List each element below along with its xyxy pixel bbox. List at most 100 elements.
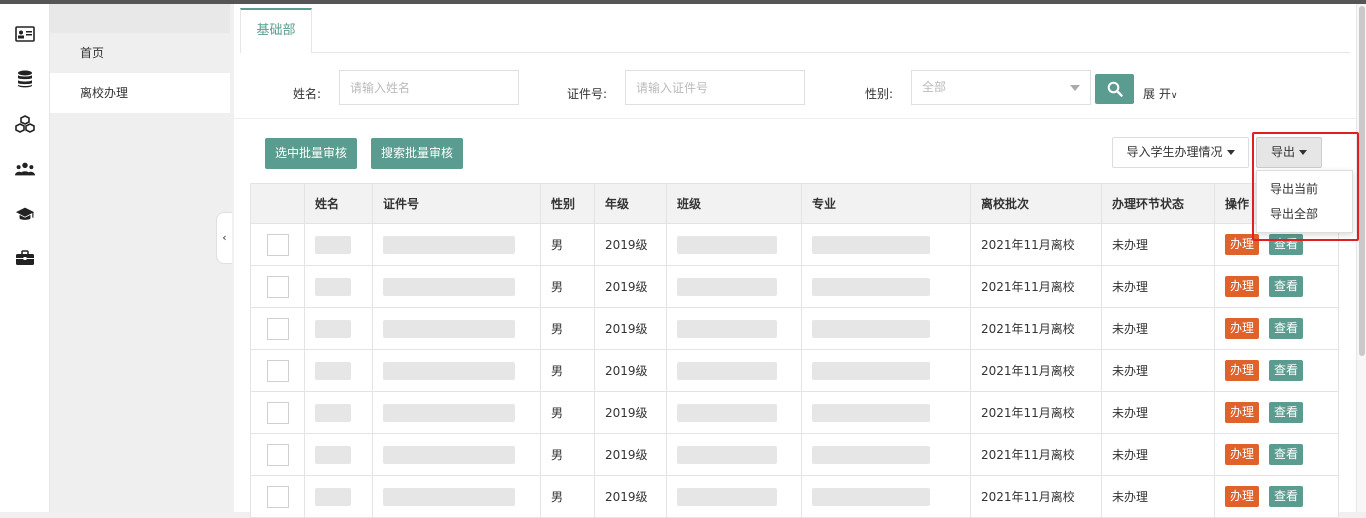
name-cell [304, 265, 373, 308]
handle-button[interactable]: 办理 [1225, 318, 1259, 339]
actions-cell: 办理 查看 [1214, 349, 1339, 392]
caret-down-icon [1226, 150, 1235, 155]
users-icon[interactable] [14, 159, 36, 179]
id-filter-label: 证件号: [567, 87, 608, 101]
id-number-cell [372, 391, 541, 434]
name-cell [304, 433, 373, 476]
redacted-id-number [383, 319, 515, 338]
handle-button[interactable]: 办理 [1225, 276, 1259, 297]
handle-button[interactable]: 办理 [1225, 360, 1259, 381]
header-id-number: 证件号 [372, 183, 541, 224]
graduation-cap-icon[interactable] [14, 204, 36, 224]
table-row: 男 2019级 2021年11月离校 未办理 办理 查看 [250, 223, 1339, 266]
chevron-down-icon: ∨ [1170, 91, 1178, 101]
chevron-left-icon: ‹ [222, 231, 227, 244]
row-checkbox[interactable] [267, 317, 289, 340]
redacted-class [677, 319, 777, 338]
class-cell [666, 433, 802, 476]
gender-cell: 男 [540, 223, 595, 266]
table-row: 男 2019级 2021年11月离校 未办理 办理 查看 [250, 433, 1339, 476]
redacted-id-number [383, 403, 515, 422]
row-checkbox[interactable] [267, 233, 289, 256]
redacted-major [812, 445, 930, 464]
scrollbar-thumb[interactable] [1359, 6, 1365, 356]
cubes-icon[interactable] [14, 114, 36, 134]
handle-button[interactable]: 办理 [1225, 486, 1259, 507]
handle-button[interactable]: 办理 [1225, 444, 1259, 465]
major-cell [801, 265, 971, 308]
redacted-id-number [383, 445, 515, 464]
status-cell: 未办理 [1101, 223, 1215, 266]
row-select-cell [250, 349, 305, 392]
gender-filter-label: 性别: [865, 87, 894, 101]
import-status-button[interactable]: 导入学生办理情况 [1112, 137, 1249, 168]
class-cell [666, 307, 802, 350]
side-menu: 首页 离校办理 [50, 4, 230, 512]
actions-cell: 办理 查看 [1214, 265, 1339, 308]
row-select-cell [250, 391, 305, 434]
redacted-major [812, 361, 930, 380]
grade-cell: 2019级 [594, 307, 667, 350]
batch-cell: 2021年11月离校 [970, 307, 1102, 350]
batch-cell: 2021年11月离校 [970, 475, 1102, 518]
briefcase-icon[interactable] [14, 248, 36, 268]
gender-cell: 男 [540, 349, 595, 392]
redacted-name [315, 403, 351, 422]
view-button[interactable]: 查看 [1269, 486, 1303, 507]
tab-basic-dept[interactable]: 基础部 [240, 8, 312, 53]
class-cell [666, 475, 802, 518]
row-select-cell [250, 475, 305, 518]
redacted-id-number [383, 487, 515, 506]
row-select-cell [250, 433, 305, 476]
batch-cell: 2021年11月离校 [970, 223, 1102, 266]
redacted-major [812, 235, 930, 254]
id-number-input[interactable] [625, 70, 805, 105]
row-checkbox[interactable] [267, 275, 289, 298]
status-cell: 未办理 [1101, 265, 1215, 308]
row-select-cell [250, 223, 305, 266]
name-input[interactable] [339, 70, 519, 105]
collapse-sidebar-button[interactable]: ‹ [216, 212, 232, 264]
view-button[interactable]: 查看 [1269, 402, 1303, 423]
id-number-cell [372, 349, 541, 392]
menu-header [50, 4, 230, 33]
major-cell [801, 307, 971, 350]
handle-button[interactable]: 办理 [1225, 402, 1259, 423]
header-select [250, 183, 305, 224]
id-number-cell [372, 433, 541, 476]
major-cell [801, 223, 971, 266]
expand-toggle[interactable]: 展 开∨ [1143, 86, 1177, 104]
id-number-cell [372, 223, 541, 266]
class-cell [666, 391, 802, 434]
page-scrollbar[interactable] [1356, 4, 1366, 512]
id-card-icon[interactable] [14, 24, 36, 44]
row-checkbox[interactable] [267, 359, 289, 382]
major-cell [801, 349, 971, 392]
menu-item-home[interactable]: 首页 [50, 33, 230, 73]
header-status: 办理环节状态 [1101, 183, 1215, 224]
table-row: 男 2019级 2021年11月离校 未办理 办理 查看 [250, 265, 1339, 308]
row-checkbox[interactable] [267, 485, 289, 508]
view-button[interactable]: 查看 [1269, 318, 1303, 339]
redacted-id-number [383, 277, 515, 296]
row-checkbox[interactable] [267, 401, 289, 424]
batch-review-selected-button[interactable]: 选中批量审核 [265, 138, 357, 169]
view-button[interactable]: 查看 [1269, 444, 1303, 465]
redacted-major [812, 403, 930, 422]
grade-cell: 2019级 [594, 433, 667, 476]
view-button[interactable]: 查看 [1269, 360, 1303, 381]
table-row: 男 2019级 2021年11月离校 未办理 办理 查看 [250, 307, 1339, 350]
search-button[interactable] [1095, 74, 1134, 104]
batch-cell: 2021年11月离校 [970, 391, 1102, 434]
row-checkbox[interactable] [267, 443, 289, 466]
redacted-name [315, 361, 351, 380]
gender-select[interactable]: 全部 [911, 70, 1091, 105]
menu-item-departure[interactable]: 离校办理 [50, 73, 230, 113]
name-cell [304, 349, 373, 392]
actions-cell: 办理 查看 [1214, 433, 1339, 476]
name-cell [304, 391, 373, 434]
batch-review-search-button[interactable]: 搜索批量审核 [371, 138, 463, 169]
redacted-major [812, 487, 930, 506]
database-icon[interactable] [14, 69, 36, 89]
view-button[interactable]: 查看 [1269, 276, 1303, 297]
